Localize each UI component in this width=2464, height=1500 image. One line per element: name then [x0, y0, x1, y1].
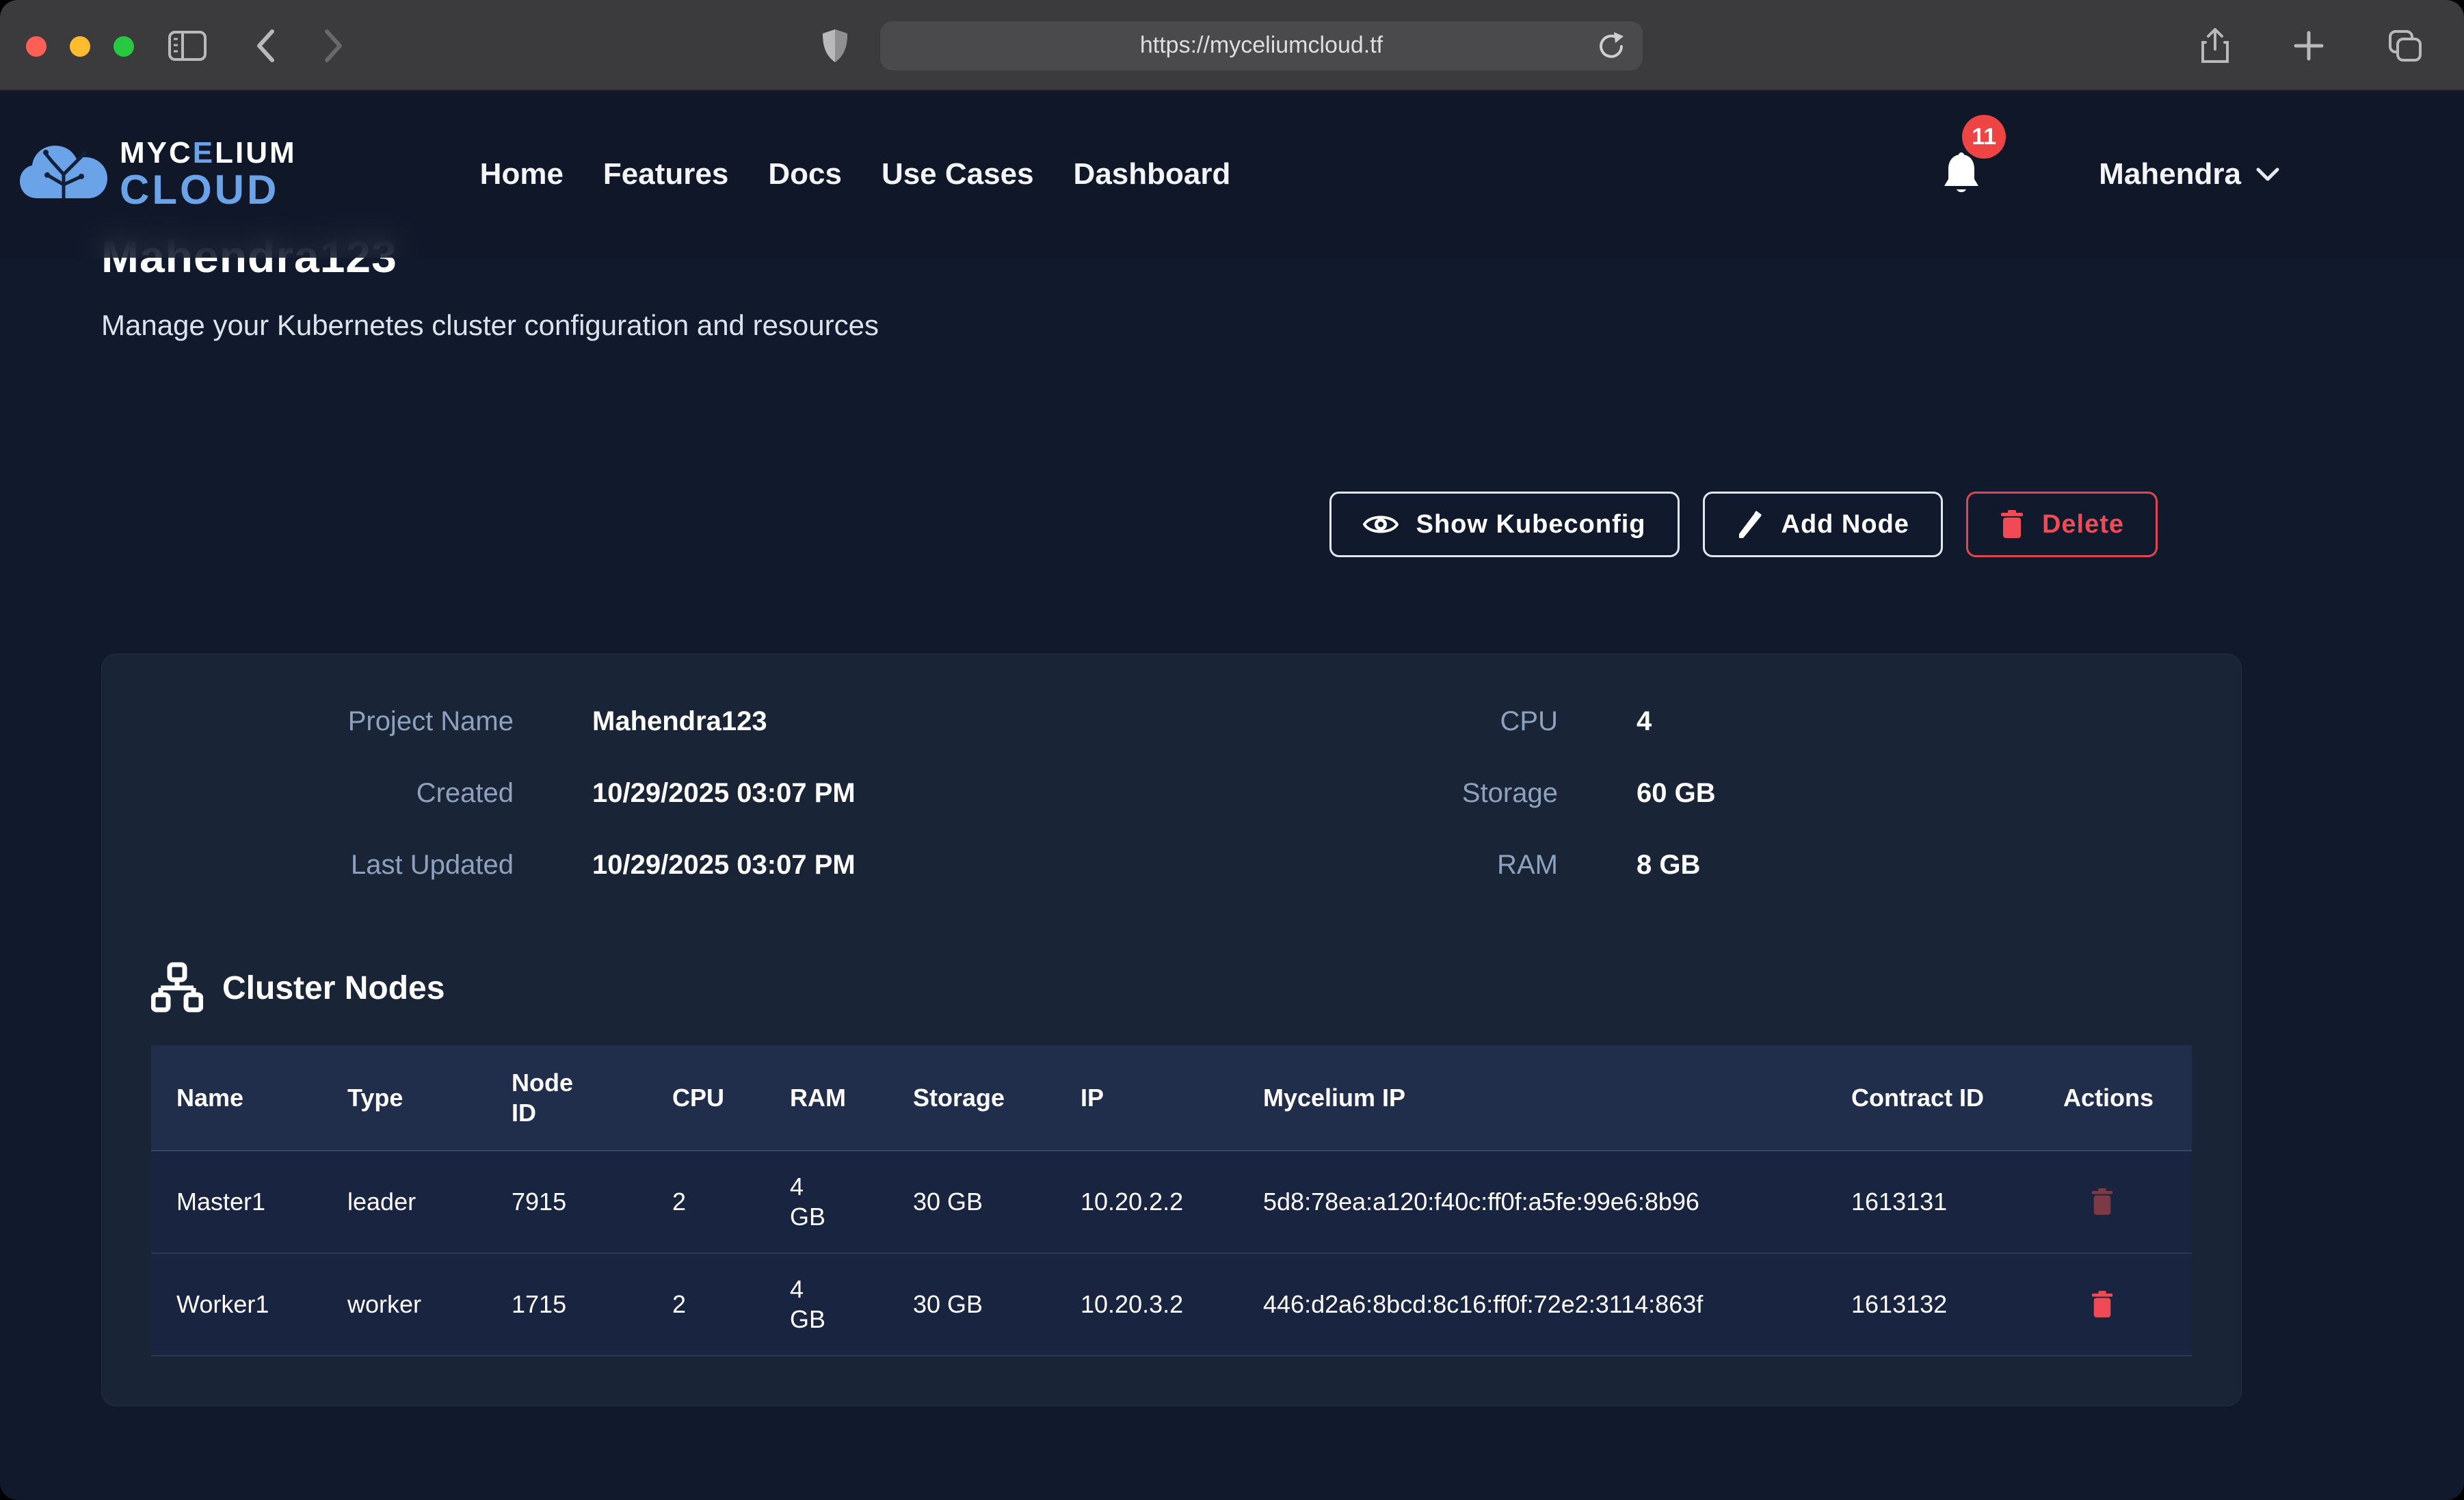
project-name-value: Mahendra123: [592, 705, 1171, 738]
cluster-info-panel: Project Name Mahendra123 Created 10/29/2…: [101, 654, 2242, 1406]
brand-logo[interactable]: MYCELIUM CLOUD: [17, 133, 297, 215]
trash-icon: [2000, 509, 2024, 539]
reload-icon[interactable]: [1598, 31, 1626, 62]
mycelium-cloud-logo-icon: [17, 133, 113, 215]
site-navbar: MYCELIUM CLOUD Home Features Docs Use Ca…: [0, 91, 2464, 258]
nav-link-dashboard[interactable]: Dashboard: [1074, 157, 1231, 191]
col-cpu: CPU: [647, 1062, 765, 1134]
cluster-nodes-heading: Cluster Nodes: [151, 962, 2192, 1014]
nav-link-features[interactable]: Features: [603, 157, 728, 191]
cell-storage: 30 GB: [888, 1169, 1055, 1235]
last-updated-value: 10/29/2025 03:07 PM: [592, 848, 1171, 881]
cluster-overview: Project Name Mahendra123 Created 10/29/2…: [151, 705, 2192, 881]
brand-name: MYCELIUM CLOUD: [120, 138, 297, 211]
cell-contract-id: 1613131: [1826, 1169, 2038, 1235]
created-value: 10/29/2025 03:07 PM: [592, 777, 1171, 809]
cell-type: leader: [322, 1169, 486, 1235]
user-menu[interactable]: Mahendra: [2099, 157, 2279, 191]
col-name: Name: [151, 1062, 322, 1134]
col-actions: Actions: [2038, 1062, 2192, 1134]
storage-label: Storage: [1171, 777, 1558, 809]
notification-count-badge: 11: [1962, 115, 2006, 159]
delete-label: Delete: [2042, 510, 2124, 539]
ram-label: RAM: [1171, 848, 1558, 881]
cell-mycelium-ip: 446:d2a6:8bcd:8c16:ff0f:72e2:3114:863f: [1238, 1272, 1826, 1337]
page-subtitle: Manage your Kubernetes cluster configura…: [101, 308, 2464, 343]
col-ip: IP: [1055, 1062, 1238, 1134]
cell-name: Worker1: [151, 1272, 322, 1337]
cpu-label: CPU: [1171, 705, 1558, 738]
cell-cpu: 2: [647, 1169, 765, 1235]
notifications-button[interactable]: 11: [1942, 152, 1981, 197]
cell-storage: 30 GB: [888, 1272, 1055, 1337]
nav-link-use-cases[interactable]: Use Cases: [882, 157, 1034, 191]
table-header-row: Name Type Node ID CPU RAM Storage IP Myc…: [151, 1045, 2192, 1151]
nav-links: Home Features Docs Use Cases Dashboard: [480, 157, 1231, 191]
new-tab-icon[interactable]: [2293, 30, 2324, 62]
cpu-value: 4: [1637, 705, 2192, 738]
tab-overview-icon[interactable]: [2387, 29, 2423, 63]
network-nodes-icon: [151, 962, 203, 1014]
nav-link-home[interactable]: Home: [480, 157, 564, 191]
address-bar[interactable]: https://myceliumcloud.tf: [880, 21, 1643, 70]
cell-mycelium-ip: 5d8:78ea:a120:f40c:ff0f:a5fe:99e6:8b96: [1238, 1169, 1826, 1235]
privacy-shield-icon[interactable]: [821, 28, 849, 64]
col-node-id: Node ID: [486, 1047, 596, 1149]
nav-link-docs[interactable]: Docs: [768, 157, 842, 191]
cell-ram: 4 GB: [790, 1274, 838, 1335]
col-storage: Storage: [888, 1062, 1055, 1134]
col-type: Type: [322, 1062, 486, 1134]
cell-ip: 10.20.3.2: [1055, 1272, 1238, 1337]
col-contract-id: Contract ID: [1826, 1062, 1997, 1134]
show-kubeconfig-button[interactable]: Show Kubeconfig: [1329, 492, 1680, 557]
cluster-nodes-table: Name Type Node ID CPU RAM Storage IP Myc…: [151, 1045, 2192, 1356]
cell-ip: 10.20.2.2: [1055, 1169, 1238, 1235]
browser-chrome: https://myceliumcloud.tf: [0, 0, 2464, 91]
cell-node-id: 1715: [486, 1272, 647, 1337]
created-label: Created: [151, 777, 514, 809]
cluster-nodes-title: Cluster Nodes: [222, 969, 445, 1007]
show-kubeconfig-label: Show Kubeconfig: [1416, 510, 1646, 539]
eye-icon: [1363, 511, 1399, 537]
cell-node-id: 7915: [486, 1169, 647, 1235]
project-name-label: Project Name: [151, 705, 514, 738]
delete-node-button[interactable]: [2091, 1290, 2114, 1319]
last-updated-label: Last Updated: [151, 848, 514, 881]
browser-window: https://myceliumcloud.tf Mahendra123 Man…: [0, 0, 2464, 1500]
ram-value: 8 GB: [1637, 848, 2192, 881]
chevron-down-icon: [2256, 167, 2279, 182]
share-icon[interactable]: [2200, 27, 2230, 64]
delete-node-button[interactable]: [2091, 1188, 2114, 1216]
user-name: Mahendra: [2099, 157, 2241, 191]
add-node-label: Add Node: [1781, 510, 1909, 539]
cell-type: worker: [322, 1272, 486, 1337]
cell-cpu: 2: [647, 1272, 765, 1337]
cell-ram: 4 GB: [790, 1172, 838, 1232]
add-node-button[interactable]: Add Node: [1703, 492, 1943, 557]
col-ram: RAM: [765, 1062, 888, 1134]
bell-icon: [1942, 152, 1981, 197]
cluster-actions: Show Kubeconfig Add Node Delete: [0, 492, 2158, 557]
page-viewport: Mahendra123 Manage your Kubernetes clust…: [0, 91, 2464, 1499]
table-row: Worker1 worker 1715 2 4 GB 30 GB 10.20.3…: [151, 1254, 2192, 1356]
col-mycelium-ip: Mycelium IP: [1238, 1062, 1826, 1134]
storage-value: 60 GB: [1637, 777, 2192, 809]
address-bar-url: https://myceliumcloud.tf: [1140, 32, 1383, 59]
cell-name: Master1: [151, 1169, 322, 1235]
cell-contract-id: 1613132: [1826, 1272, 2038, 1337]
table-row: Master1 leader 7915 2 4 GB 30 GB 10.20.2…: [151, 1151, 2192, 1254]
pencil-icon: [1736, 509, 1764, 539]
delete-cluster-button[interactable]: Delete: [1966, 492, 2158, 557]
